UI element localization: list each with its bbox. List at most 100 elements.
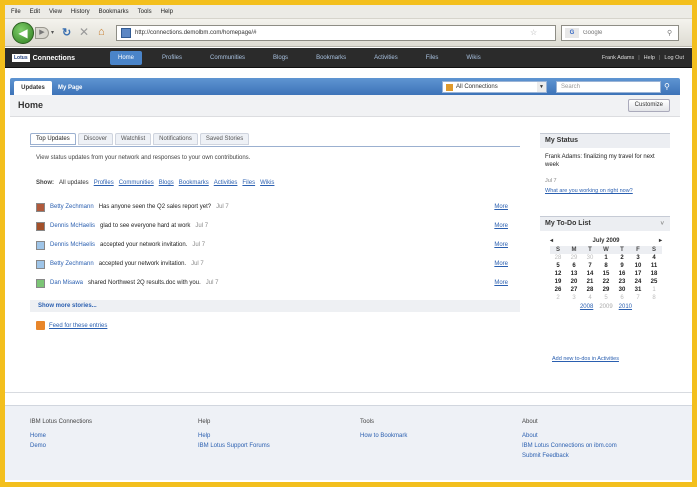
forward-arrow-icon[interactable]: ▶	[35, 27, 49, 39]
tab-notifications[interactable]: Notifications	[153, 133, 198, 145]
menu-tools[interactable]: Tools	[138, 9, 152, 15]
tab-watchlist[interactable]: Watchlist	[115, 133, 152, 145]
filter-blogs[interactable]: Blogs	[159, 180, 174, 186]
filter-all-updates[interactable]: All updates	[59, 180, 89, 186]
nav-activities[interactable]: Activities	[366, 51, 406, 65]
story-author-link[interactable]: Dennis McHaelis	[50, 223, 95, 229]
next-month-icon[interactable]: ▸	[659, 236, 662, 246]
filter-files[interactable]: Files	[242, 180, 255, 186]
footer-link-demo[interactable]: Demo	[30, 441, 92, 451]
address-bar[interactable]: http://connections.demolbm.com/homepage/…	[116, 25, 556, 41]
story-author-link[interactable]: Dennis McHaelis	[50, 242, 95, 248]
calendar-day[interactable]: 3	[566, 294, 582, 302]
menu-bookmarks[interactable]: Bookmarks	[99, 9, 129, 15]
footer-link-ibm-com[interactable]: IBM Lotus Connections on ibm.com	[522, 441, 617, 451]
story-author-link[interactable]: Betty Zechmann	[50, 204, 94, 210]
menu-help[interactable]: Help	[161, 9, 173, 15]
story-more-link[interactable]: More	[494, 204, 508, 210]
back-arrow-icon[interactable]: ◀	[12, 22, 34, 44]
nav-communities[interactable]: Communities	[202, 51, 253, 65]
filter-communities[interactable]: Communities	[119, 180, 154, 186]
calendar-day[interactable]: 14	[582, 270, 598, 278]
filter-bookmarks[interactable]: Bookmarks	[179, 180, 209, 186]
calendar-day[interactable]: 8	[598, 262, 614, 270]
calendar-day[interactable]: 1	[598, 254, 614, 262]
search-icon[interactable]: ⚲	[667, 29, 672, 37]
browser-search-box[interactable]: G ⚲	[561, 25, 679, 41]
calendar-day[interactable]: 29	[598, 286, 614, 294]
chevron-down-icon[interactable]: ▼	[537, 82, 546, 92]
collapse-icon[interactable]: ˅	[660, 217, 664, 231]
calendar-day[interactable]: 31	[630, 286, 646, 294]
nav-blogs[interactable]: Blogs	[265, 51, 296, 65]
calendar-day[interactable]: 27	[566, 286, 582, 294]
stop-icon[interactable]: ✕	[79, 25, 89, 39]
user-name-link[interactable]: Frank Adams	[602, 52, 634, 64]
calendar-day[interactable]: 17	[630, 270, 646, 278]
tab-my-page[interactable]: My Page	[58, 82, 82, 94]
calendar-day[interactable]: 10	[630, 262, 646, 270]
story-more-link[interactable]: More	[494, 280, 508, 286]
filter-activities[interactable]: Activities	[214, 180, 238, 186]
nav-bookmarks[interactable]: Bookmarks	[308, 51, 354, 65]
calendar-day[interactable]: 28	[550, 254, 566, 262]
story-author-link[interactable]: Betty Zechmann	[50, 261, 94, 267]
calendar-day[interactable]: 4	[646, 254, 662, 262]
calendar-day[interactable]: 16	[614, 270, 630, 278]
home-icon[interactable]: ⌂	[98, 26, 105, 38]
lotus-logo[interactable]: Lotus Connections	[12, 53, 75, 63]
calendar-day[interactable]: 29	[566, 254, 582, 262]
calendar-day[interactable]: 19	[550, 278, 566, 286]
menu-history[interactable]: History	[71, 9, 90, 15]
calendar-day[interactable]: 21	[582, 278, 598, 286]
calendar-day[interactable]: 28	[582, 286, 598, 294]
calendar-day[interactable]: 6	[614, 294, 630, 302]
calendar-day[interactable]: 30	[582, 254, 598, 262]
calendar-day[interactable]: 7	[630, 294, 646, 302]
add-todo-link[interactable]: Add new to-dos in Activities	[552, 356, 619, 362]
tab-updates[interactable]: Updates	[14, 81, 52, 95]
logout-link[interactable]: Log Out	[664, 52, 684, 64]
calendar-day[interactable]: 18	[646, 270, 662, 278]
story-author-link[interactable]: Dan Misawa	[50, 280, 83, 286]
footer-link-feedback[interactable]: Submit Feedback	[522, 451, 617, 461]
filter-wikis[interactable]: Wikis	[260, 180, 274, 186]
calendar-day[interactable]: 30	[614, 286, 630, 294]
calendar-day[interactable]: 2	[614, 254, 630, 262]
menu-file[interactable]: File	[11, 9, 21, 15]
menu-edit[interactable]: Edit	[30, 9, 40, 15]
help-link[interactable]: Help	[644, 52, 655, 64]
year-2008-link[interactable]: 2008	[580, 304, 593, 310]
calendar-day[interactable]: 26	[550, 286, 566, 294]
prev-month-icon[interactable]: ◂	[550, 236, 553, 246]
search-engine-icon[interactable]: G	[565, 28, 579, 38]
calendar-day[interactable]: 20	[566, 278, 582, 286]
year-2010-link[interactable]: 2010	[619, 304, 632, 310]
calendar-day[interactable]: 8	[646, 294, 662, 302]
browser-search-input[interactable]	[583, 30, 663, 36]
calendar-day[interactable]: 15	[598, 270, 614, 278]
calendar-day[interactable]: 23	[614, 278, 630, 286]
calendar-day[interactable]: 12	[550, 270, 566, 278]
calendar-day[interactable]: 5	[550, 262, 566, 270]
nav-wikis[interactable]: Wikis	[458, 51, 488, 65]
tab-saved-stories[interactable]: Saved Stories	[199, 133, 250, 145]
status-update-link[interactable]: What are you working on right now?	[545, 188, 633, 194]
nav-home[interactable]: Home	[110, 51, 143, 65]
calendar-day[interactable]: 24	[630, 278, 646, 286]
calendar-day[interactable]: 1	[646, 286, 662, 294]
calendar-day[interactable]: 2	[550, 294, 566, 302]
history-dropdown-icon[interactable]: ▾	[51, 29, 54, 36]
calendar-day[interactable]: 22	[598, 278, 614, 286]
calendar-day[interactable]: 6	[566, 262, 582, 270]
nav-profiles[interactable]: Profiles	[154, 51, 190, 65]
footer-link-help[interactable]: Help	[198, 431, 270, 441]
calendar-day[interactable]: 25	[646, 278, 662, 286]
tab-top-updates[interactable]: Top Updates	[30, 133, 76, 145]
footer-link-how-to-bookmark[interactable]: How to Bookmark	[360, 431, 407, 441]
filter-profiles[interactable]: Profiles	[94, 180, 114, 186]
customize-button[interactable]: Customize	[627, 99, 670, 112]
show-more-stories-link[interactable]: Show more stories...	[30, 300, 520, 312]
search-scope-select[interactable]: All Connections ▼	[442, 81, 547, 93]
calendar-day[interactable]: 4	[582, 294, 598, 302]
